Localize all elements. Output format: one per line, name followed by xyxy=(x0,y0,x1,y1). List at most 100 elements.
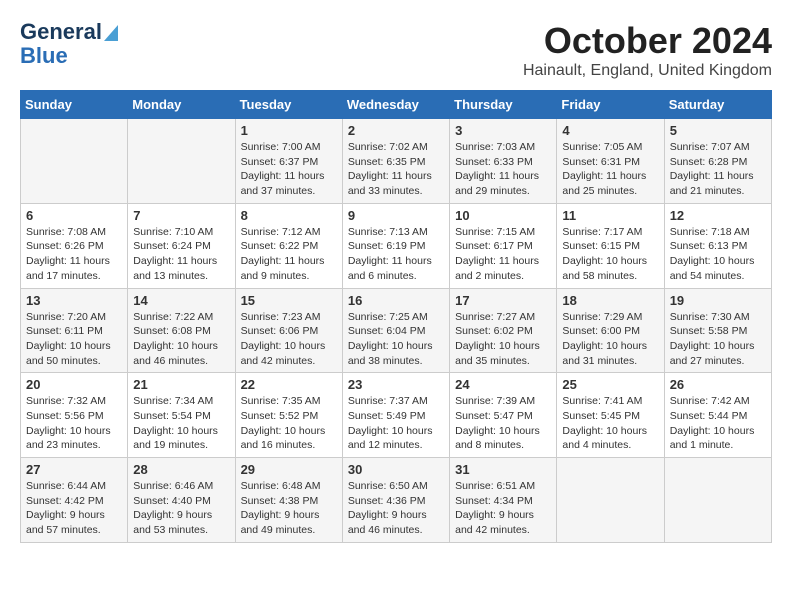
calendar-cell: 27Sunrise: 6:44 AM Sunset: 4:42 PM Dayli… xyxy=(21,458,128,543)
logo-text-general: General xyxy=(20,20,102,44)
day-header-wednesday: Wednesday xyxy=(342,91,449,119)
day-info: Sunrise: 7:20 AM Sunset: 6:11 PM Dayligh… xyxy=(26,310,122,369)
day-info: Sunrise: 7:17 AM Sunset: 6:15 PM Dayligh… xyxy=(562,225,658,284)
day-info: Sunrise: 7:07 AM Sunset: 6:28 PM Dayligh… xyxy=(670,140,766,199)
calendar-cell xyxy=(664,458,771,543)
day-number: 29 xyxy=(241,462,337,477)
calendar-week-1: 1 Sunrise: 7:00 AM Sunset: 6:37 PM Daylig… xyxy=(21,119,772,204)
calendar-cell: 2 Sunrise: 7:02 AM Sunset: 6:35 PM Daylig… xyxy=(342,119,449,204)
day-number: 5 xyxy=(670,123,766,138)
calendar-cell: 19Sunrise: 7:30 AM Sunset: 5:58 PM Dayli… xyxy=(664,288,771,373)
day-info: Sunrise: 7:05 AM Sunset: 6:31 PM Dayligh… xyxy=(562,140,658,199)
day-number: 6 xyxy=(26,208,122,223)
calendar-cell: 24 Sunrise: 7:39 AM Sunset: 5:47 PM Dayli… xyxy=(450,373,557,458)
calendar-cell: 1 Sunrise: 7:00 AM Sunset: 6:37 PM Daylig… xyxy=(235,119,342,204)
calendar-cell: 4Sunrise: 7:05 AM Sunset: 6:31 PM Daylig… xyxy=(557,119,664,204)
day-header-saturday: Saturday xyxy=(664,91,771,119)
day-info: Sunrise: 7:13 AM Sunset: 6:19 PM Dayligh… xyxy=(348,225,444,284)
location-subtitle: Hainault, England, United Kingdom xyxy=(523,62,772,80)
day-number: 21 xyxy=(133,377,229,392)
day-info: Sunrise: 6:51 AM Sunset: 4:34 PM Dayligh… xyxy=(455,479,551,538)
day-info: Sunrise: 7:39 AM Sunset: 5:47 PM Dayligh… xyxy=(455,394,551,453)
day-number: 12 xyxy=(670,208,766,223)
day-info: Sunrise: 7:41 AM Sunset: 5:45 PM Dayligh… xyxy=(562,394,658,453)
calendar-week-2: 6 Sunrise: 7:08 AM Sunset: 6:26 PM Daylig… xyxy=(21,203,772,288)
calendar-cell: 22Sunrise: 7:35 AM Sunset: 5:52 PM Dayli… xyxy=(235,373,342,458)
calendar-cell: 3 Sunrise: 7:03 AM Sunset: 6:33 PM Daylig… xyxy=(450,119,557,204)
day-info: Sunrise: 7:12 AM Sunset: 6:22 PM Dayligh… xyxy=(241,225,337,284)
day-info: Sunrise: 6:44 AM Sunset: 4:42 PM Dayligh… xyxy=(26,479,122,538)
day-info: Sunrise: 6:48 AM Sunset: 4:38 PM Dayligh… xyxy=(241,479,337,538)
calendar-cell: 29 Sunrise: 6:48 AM Sunset: 4:38 PM Dayli… xyxy=(235,458,342,543)
logo-arrow-icon xyxy=(102,21,120,43)
day-info: Sunrise: 7:25 AM Sunset: 6:04 PM Dayligh… xyxy=(348,310,444,369)
calendar-cell: 13 Sunrise: 7:20 AM Sunset: 6:11 PM Dayli… xyxy=(21,288,128,373)
calendar-cell: 9 Sunrise: 7:13 AM Sunset: 6:19 PM Daylig… xyxy=(342,203,449,288)
calendar-week-5: 27Sunrise: 6:44 AM Sunset: 4:42 PM Dayli… xyxy=(21,458,772,543)
calendar-cell: 26Sunrise: 7:42 AM Sunset: 5:44 PM Dayli… xyxy=(664,373,771,458)
month-title: October 2024 xyxy=(523,20,772,62)
day-number: 11 xyxy=(562,208,658,223)
day-number: 2 xyxy=(348,123,444,138)
day-info: Sunrise: 7:00 AM Sunset: 6:37 PM Dayligh… xyxy=(241,140,337,199)
calendar-week-3: 13 Sunrise: 7:20 AM Sunset: 6:11 PM Dayli… xyxy=(21,288,772,373)
day-number: 31 xyxy=(455,462,551,477)
day-number: 1 xyxy=(241,123,337,138)
day-info: Sunrise: 7:10 AM Sunset: 6:24 PM Dayligh… xyxy=(133,225,229,284)
calendar-cell: 20 Sunrise: 7:32 AM Sunset: 5:56 PM Dayli… xyxy=(21,373,128,458)
day-number: 10 xyxy=(455,208,551,223)
calendar-week-4: 20 Sunrise: 7:32 AM Sunset: 5:56 PM Dayli… xyxy=(21,373,772,458)
calendar-cell: 15Sunrise: 7:23 AM Sunset: 6:06 PM Dayli… xyxy=(235,288,342,373)
day-info: Sunrise: 7:23 AM Sunset: 6:06 PM Dayligh… xyxy=(241,310,337,369)
day-number: 14 xyxy=(133,293,229,308)
calendar-cell: 6 Sunrise: 7:08 AM Sunset: 6:26 PM Daylig… xyxy=(21,203,128,288)
calendar-cell: 18 Sunrise: 7:29 AM Sunset: 6:00 PM Dayli… xyxy=(557,288,664,373)
calendar-cell: 12 Sunrise: 7:18 AM Sunset: 6:13 PM Dayli… xyxy=(664,203,771,288)
day-number: 23 xyxy=(348,377,444,392)
day-info: Sunrise: 7:02 AM Sunset: 6:35 PM Dayligh… xyxy=(348,140,444,199)
calendar-cell: 31 Sunrise: 6:51 AM Sunset: 4:34 PM Dayli… xyxy=(450,458,557,543)
calendar-table: SundayMondayTuesdayWednesdayThursdayFrid… xyxy=(20,90,772,543)
calendar-cell: 16 Sunrise: 7:25 AM Sunset: 6:04 PM Dayli… xyxy=(342,288,449,373)
day-number: 19 xyxy=(670,293,766,308)
day-info: Sunrise: 7:08 AM Sunset: 6:26 PM Dayligh… xyxy=(26,225,122,284)
day-header-friday: Friday xyxy=(557,91,664,119)
title-block: October 2024 Hainault, England, United K… xyxy=(523,20,772,80)
calendar-cell xyxy=(557,458,664,543)
day-header-monday: Monday xyxy=(128,91,235,119)
day-number: 3 xyxy=(455,123,551,138)
page-header: General Blue October 2024 Hainault, Engl… xyxy=(20,20,772,80)
day-header-tuesday: Tuesday xyxy=(235,91,342,119)
day-number: 20 xyxy=(26,377,122,392)
day-number: 7 xyxy=(133,208,229,223)
day-number: 28 xyxy=(133,462,229,477)
day-number: 24 xyxy=(455,377,551,392)
day-info: Sunrise: 6:50 AM Sunset: 4:36 PM Dayligh… xyxy=(348,479,444,538)
day-number: 9 xyxy=(348,208,444,223)
day-info: Sunrise: 7:03 AM Sunset: 6:33 PM Dayligh… xyxy=(455,140,551,199)
day-info: Sunrise: 7:18 AM Sunset: 6:13 PM Dayligh… xyxy=(670,225,766,284)
calendar-cell: 10 Sunrise: 7:15 AM Sunset: 6:17 PM Dayli… xyxy=(450,203,557,288)
day-number: 16 xyxy=(348,293,444,308)
day-info: Sunrise: 7:35 AM Sunset: 5:52 PM Dayligh… xyxy=(241,394,337,453)
day-number: 13 xyxy=(26,293,122,308)
logo-line2: Blue xyxy=(20,44,68,68)
calendar-cell xyxy=(21,119,128,204)
day-number: 17 xyxy=(455,293,551,308)
calendar-cell: 5 Sunrise: 7:07 AM Sunset: 6:28 PM Daylig… xyxy=(664,119,771,204)
logo: General Blue xyxy=(20,20,120,68)
day-info: Sunrise: 7:29 AM Sunset: 6:00 PM Dayligh… xyxy=(562,310,658,369)
calendar-cell: 11 Sunrise: 7:17 AM Sunset: 6:15 PM Dayli… xyxy=(557,203,664,288)
calendar-cell xyxy=(128,119,235,204)
calendar-cell: 8 Sunrise: 7:12 AM Sunset: 6:22 PM Daylig… xyxy=(235,203,342,288)
day-number: 30 xyxy=(348,462,444,477)
day-info: Sunrise: 7:32 AM Sunset: 5:56 PM Dayligh… xyxy=(26,394,122,453)
day-info: Sunrise: 7:22 AM Sunset: 6:08 PM Dayligh… xyxy=(133,310,229,369)
day-info: Sunrise: 7:15 AM Sunset: 6:17 PM Dayligh… xyxy=(455,225,551,284)
day-number: 18 xyxy=(562,293,658,308)
calendar-cell: 7 Sunrise: 7:10 AM Sunset: 6:24 PM Daylig… xyxy=(128,203,235,288)
calendar-cell: 21Sunrise: 7:34 AM Sunset: 5:54 PM Dayli… xyxy=(128,373,235,458)
calendar-cell: 30 Sunrise: 6:50 AM Sunset: 4:36 PM Dayli… xyxy=(342,458,449,543)
calendar-cell: 23Sunrise: 7:37 AM Sunset: 5:49 PM Dayli… xyxy=(342,373,449,458)
day-number: 8 xyxy=(241,208,337,223)
